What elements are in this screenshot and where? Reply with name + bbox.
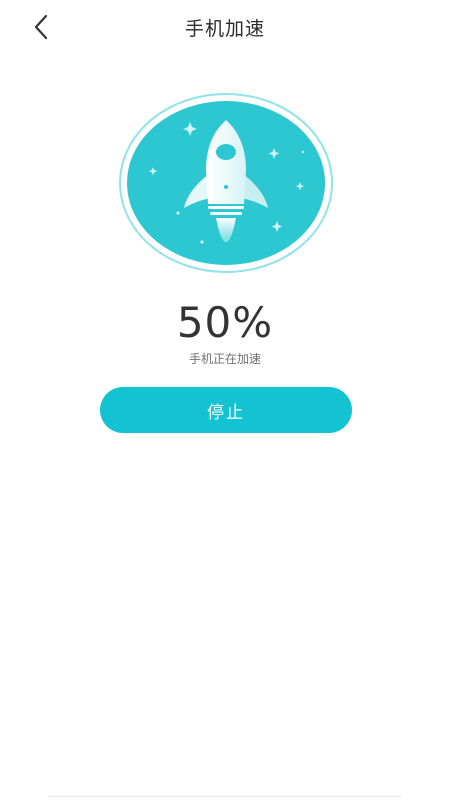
status-text: 手机正在加速 (188, 352, 261, 366)
rocket-icon (119, 93, 333, 273)
rocket-illustration (118, 92, 334, 274)
progress-percent: 50% (176, 298, 274, 347)
page-title: 手机加速 (184, 18, 265, 40)
bottom-divider (48, 796, 402, 797)
speedup-screen: 手机加速 50% 手机正在加速 停止 (0, 0, 450, 800)
stop-button[interactable]: 停止 (100, 387, 352, 433)
top-bar: 手机加速 (0, 0, 450, 56)
